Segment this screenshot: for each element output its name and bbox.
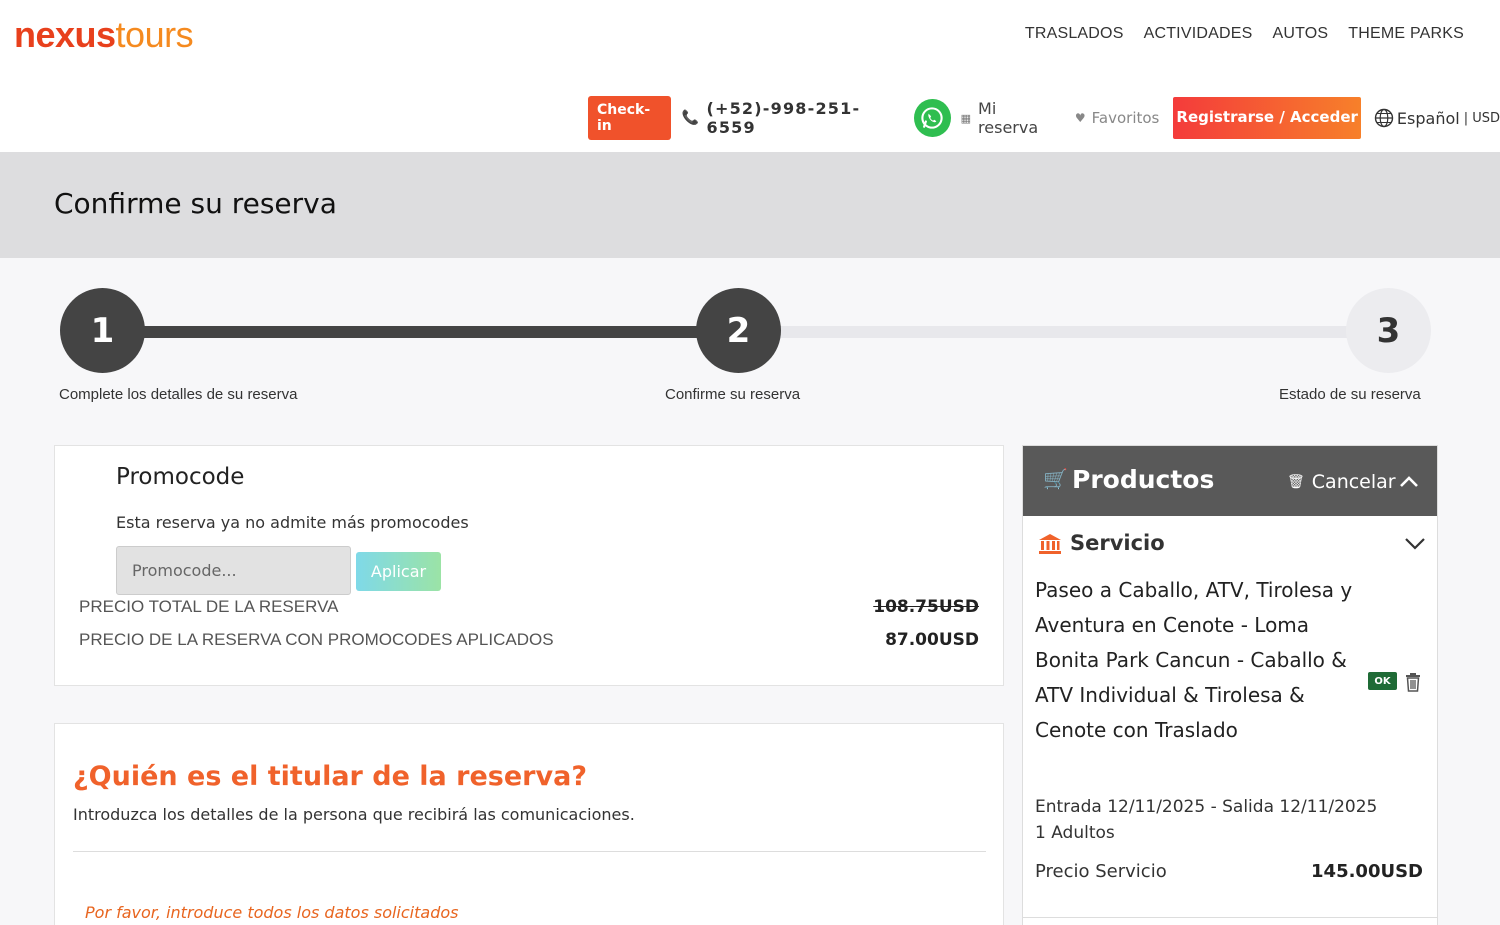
step-1-circle: 1 bbox=[60, 288, 145, 373]
my-reservation-link[interactable]: ▦ Mi reserva bbox=[961, 99, 1057, 137]
checkin-button[interactable]: Check-in bbox=[588, 96, 671, 140]
site-logo[interactable]: nexustours bbox=[14, 14, 194, 56]
service-adults: 1 Adultos bbox=[1035, 823, 1115, 843]
promocode-input[interactable] bbox=[116, 546, 351, 595]
top-nav: TRASLADOS ACTIVIDADES AUTOS THEME PARKS bbox=[1025, 25, 1464, 43]
step-2-label: Confirme su reserva bbox=[665, 386, 801, 403]
promocode-card: Promocode Esta reserva ya no admite más … bbox=[54, 445, 1004, 686]
holder-description: Introduzca los detalles de la persona qu… bbox=[73, 805, 635, 824]
reservation-icon: ▦ bbox=[960, 111, 972, 125]
holder-title: ¿Quién es el titular de la reserva? bbox=[73, 761, 587, 792]
stepper-track-complete bbox=[120, 326, 720, 338]
service-name: Paseo a Caballo, ATV, Tirolesa y Aventur… bbox=[1035, 578, 1353, 742]
promo-price-value: 87.00USD bbox=[885, 630, 979, 650]
cancel-label: Cancelar bbox=[1311, 471, 1396, 493]
logo-part1: nexus bbox=[14, 14, 116, 55]
service-price-value: 145.00USD bbox=[1311, 861, 1423, 882]
favorites-link[interactable]: ♥ Favoritos bbox=[1075, 109, 1159, 127]
total-price-value: 108.75USD bbox=[873, 597, 979, 617]
register-login-button[interactable]: Registrarse / Acceder bbox=[1173, 97, 1361, 139]
my-reservation-label: Mi reserva bbox=[978, 99, 1039, 137]
language-selector[interactable]: Español | USD bbox=[1374, 108, 1500, 128]
ok-badge: OK bbox=[1368, 672, 1397, 690]
bank-icon bbox=[1039, 534, 1061, 554]
page-title-band: Confirme su reserva bbox=[0, 152, 1500, 258]
panel-divider bbox=[1023, 917, 1437, 918]
nav-actividades[interactable]: ACTIVIDADES bbox=[1144, 25, 1253, 43]
holder-divider bbox=[73, 851, 986, 852]
page-title: Confirme su reserva bbox=[54, 187, 337, 220]
promo-price-label: PRECIO DE LA RESERVA CON PROMOCODES APLI… bbox=[79, 630, 554, 649]
holder-card: ¿Quién es el titular de la reserva? Intr… bbox=[54, 723, 1004, 925]
phone-link[interactable]: 📞 (+52)-998-251-6559 bbox=[682, 99, 900, 137]
promocode-title: Promocode bbox=[116, 464, 245, 490]
nav-traslados[interactable]: TRASLADOS bbox=[1025, 25, 1124, 43]
logo-part2: tours bbox=[115, 14, 194, 55]
chevron-up-icon[interactable] bbox=[1398, 471, 1420, 493]
service-title: Servicio bbox=[1070, 531, 1165, 555]
step-1-label: Complete los detalles de su reserva bbox=[59, 386, 298, 403]
phone-icon: 📞 bbox=[681, 110, 701, 126]
nav-theme-parks[interactable]: THEME PARKS bbox=[1348, 25, 1464, 43]
delete-service-icon[interactable] bbox=[1404, 672, 1422, 692]
step-3-circle: 3 bbox=[1346, 288, 1431, 373]
total-price-row: PRECIO TOTAL DE LA RESERVA 108.75USD bbox=[79, 597, 979, 617]
globe-icon bbox=[1374, 108, 1394, 128]
trash-icon: 🗑 bbox=[1287, 474, 1305, 490]
chevron-down-icon[interactable] bbox=[1403, 532, 1427, 554]
phone-number: (+52)-998-251-6559 bbox=[706, 99, 861, 137]
cancel-products-button[interactable]: 🗑 Cancelar bbox=[1287, 471, 1396, 493]
stepper-track-pending bbox=[760, 326, 1370, 338]
apply-promocode-button[interactable]: Aplicar bbox=[356, 552, 441, 591]
products-title: Productos bbox=[1072, 465, 1215, 494]
currency-label: | USD bbox=[1463, 110, 1500, 126]
holder-warning: Por favor, introduce todos los datos sol… bbox=[85, 903, 459, 922]
service-dates: Entrada 12/11/2025 - Salida 12/11/2025 bbox=[1035, 797, 1378, 817]
nav-autos[interactable]: AUTOS bbox=[1272, 25, 1328, 43]
products-panel: 🛒 Productos 🗑 Cancelar Servicio Paseo a … bbox=[1022, 445, 1438, 925]
heart-icon: ♥ bbox=[1074, 111, 1086, 125]
whatsapp-button[interactable] bbox=[914, 99, 951, 137]
step-3-label: Estado de su reserva bbox=[1279, 386, 1421, 403]
products-header: 🛒 Productos 🗑 Cancelar bbox=[1023, 446, 1437, 516]
favorites-label: Favoritos bbox=[1091, 109, 1160, 127]
step-2-circle: 2 bbox=[696, 288, 781, 373]
language-label: Español bbox=[1396, 108, 1460, 128]
whatsapp-icon bbox=[921, 107, 944, 129]
promocode-note: Esta reserva ya no admite más promocodes bbox=[116, 513, 469, 532]
promo-price-row: PRECIO DE LA RESERVA CON PROMOCODES APLI… bbox=[79, 630, 979, 650]
service-price-label: Precio Servicio bbox=[1035, 861, 1167, 882]
utility-bar: Check-in 📞 (+52)-998-251-6559 ▦ Mi reser… bbox=[588, 96, 1500, 140]
site-header: nexustours TRASLADOS ACTIVIDADES AUTOS T… bbox=[0, 0, 1500, 152]
cart-icon: 🛒 bbox=[1043, 467, 1068, 491]
total-price-label: PRECIO TOTAL DE LA RESERVA bbox=[79, 597, 339, 616]
